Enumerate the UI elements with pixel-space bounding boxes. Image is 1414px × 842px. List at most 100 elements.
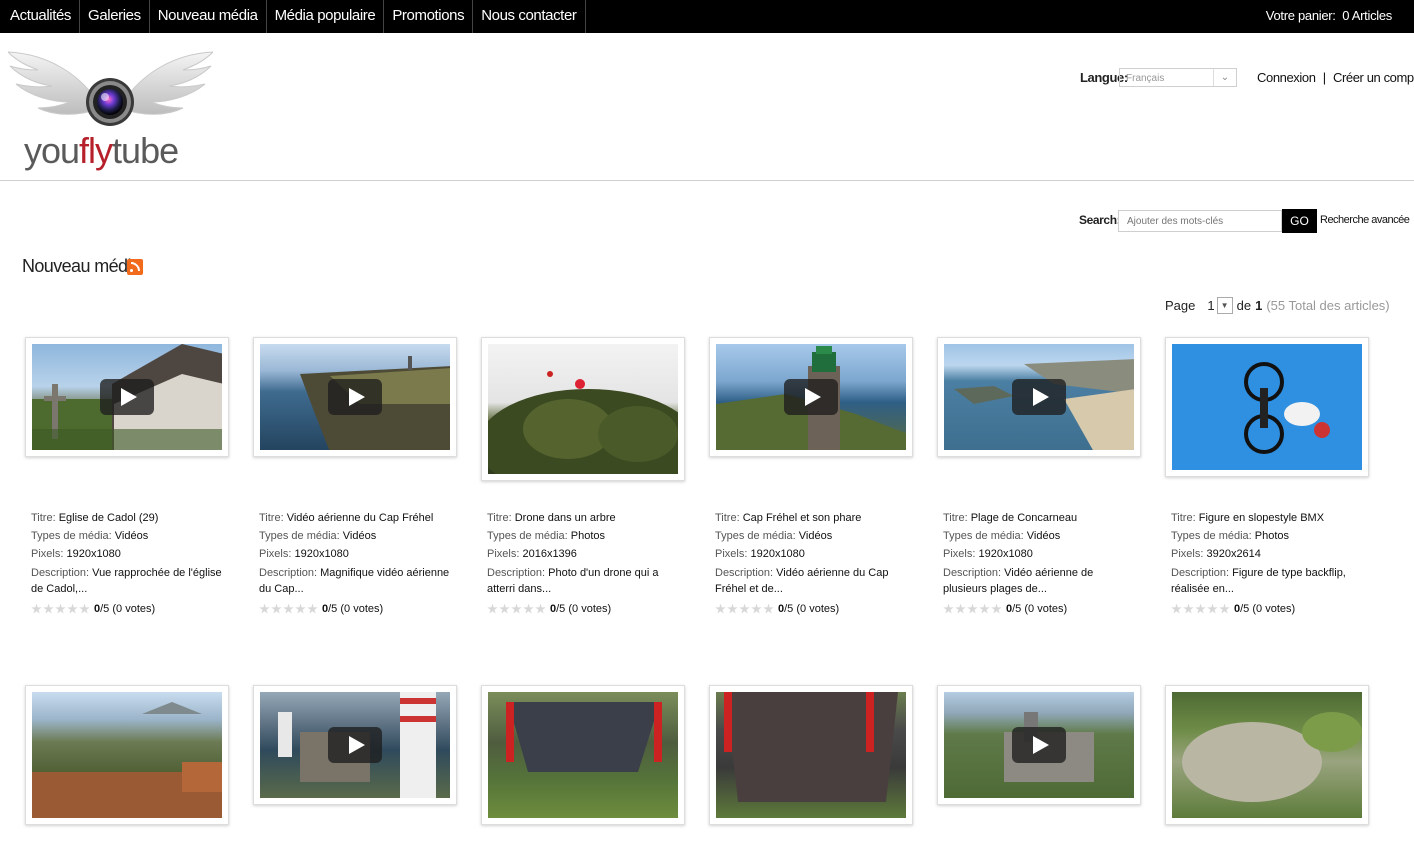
page-select[interactable]: 1 ▼	[1199, 296, 1233, 314]
media-thumbnail[interactable]	[1165, 337, 1369, 477]
media-pixels: 1920x1080	[66, 548, 121, 560]
pixels-label: Pixels:	[1171, 548, 1204, 560]
media-type: Photos	[1254, 530, 1290, 542]
media-pixels: 1920x1080	[978, 548, 1033, 560]
media-thumbnail[interactable]	[937, 337, 1141, 457]
rating-stars[interactable]	[715, 603, 774, 615]
play-icon[interactable]	[100, 379, 154, 415]
media-thumbnail[interactable]	[1165, 685, 1369, 825]
description-label: Description:	[943, 567, 1002, 579]
media-thumbnail[interactable]	[25, 685, 229, 825]
title-label: Titre:	[943, 512, 968, 524]
star-icon	[1195, 603, 1206, 614]
star-icon	[1207, 603, 1218, 614]
media-thumbnail[interactable]	[25, 337, 229, 457]
media-info: Titre: Cap Fréhel et son phare Types de …	[715, 509, 911, 597]
rating-stars[interactable]	[943, 603, 1002, 615]
pixels-label: Pixels:	[715, 548, 748, 560]
media-thumbnail[interactable]	[253, 337, 457, 457]
nav-item-nous-contacter[interactable]: Nous contacter	[473, 0, 586, 33]
play-icon[interactable]	[1012, 727, 1066, 763]
media-thumbnail[interactable]	[937, 685, 1141, 805]
media-thumbnail[interactable]	[481, 337, 685, 481]
current-page: 1	[1207, 297, 1215, 313]
logo-text-fly: fly	[79, 130, 113, 171]
bmx-thumbnail-image	[1244, 362, 1330, 454]
tree-thumbnail-image	[488, 371, 678, 474]
site-logo[interactable]: youflytube	[6, 44, 215, 174]
type-label: Types de média:	[1171, 530, 1252, 542]
star-icon	[1171, 603, 1182, 614]
cart-link[interactable]: 0 Articles	[1342, 8, 1392, 23]
nav-item-actualites[interactable]: Actualités	[0, 0, 81, 33]
register-link[interactable]: Créer un compte	[1333, 70, 1414, 85]
nav-item-galeries[interactable]: Galeries	[80, 0, 150, 33]
bike-race-start-thumbnail-image	[506, 702, 662, 772]
play-icon[interactable]	[328, 727, 382, 763]
media-thumbnail[interactable]	[709, 685, 913, 825]
media-pixels: 1920x1080	[294, 548, 349, 560]
rating: 0/5 (0 votes)	[259, 603, 383, 615]
media-pixels: 3920x2614	[1206, 548, 1261, 560]
play-icon[interactable]	[1012, 379, 1066, 415]
rss-feed-icon[interactable]	[127, 259, 143, 275]
nav-item-media-populaire[interactable]: Média populaire	[267, 0, 385, 33]
play-icon[interactable]	[328, 379, 382, 415]
winged-camera-logo-icon	[6, 51, 215, 126]
media-type: Vidéos	[342, 530, 377, 542]
language-select[interactable]: Français ⌄	[1119, 68, 1237, 87]
media-title: Cap Fréhel et son phare	[742, 512, 862, 524]
nav-item-promotions[interactable]: Promotions	[384, 0, 474, 33]
top-navigation-bar: Actualités Galeries Nouveau média Média …	[0, 0, 1414, 33]
media-thumbnail[interactable]	[481, 685, 685, 825]
star-icon	[523, 603, 534, 614]
rating-stars[interactable]	[487, 603, 546, 615]
star-icon	[739, 603, 750, 614]
rating-votes: (0 votes)	[112, 603, 156, 615]
type-label: Types de média:	[31, 530, 112, 542]
star-icon	[79, 603, 90, 614]
media-thumbnail[interactable]	[253, 685, 457, 805]
search-input[interactable]	[1118, 210, 1282, 232]
cyclists-crowd-thumbnail-image	[724, 692, 898, 802]
rating-stars[interactable]	[31, 603, 90, 615]
search-go-button[interactable]: GO	[1282, 209, 1317, 233]
title-label: Titre:	[31, 512, 56, 524]
pixels-label: Pixels:	[487, 548, 520, 560]
media-info: Titre: Eglise de Cadol (29) Types de méd…	[31, 509, 227, 597]
pagination: Page 1 ▼ de 1 (55 Total des articles)	[1165, 296, 1390, 314]
media-type: Photos	[570, 530, 606, 542]
logo-text-tube: tube	[112, 130, 179, 171]
rating-votes: (0 votes)	[568, 603, 612, 615]
description-label: Description:	[487, 567, 546, 579]
media-title: Vidéo aérienne du Cap Fréhel	[286, 512, 434, 524]
advanced-search-link[interactable]: Recherche avancée	[1320, 214, 1410, 226]
header-divider	[0, 180, 1414, 181]
media-pixels: 2016x1396	[522, 548, 577, 560]
rating-max: /5	[1240, 603, 1250, 615]
star-icon	[283, 603, 294, 614]
rating: 0/5 (0 votes)	[487, 603, 611, 615]
login-link[interactable]: Connexion	[1257, 70, 1316, 85]
play-icon[interactable]	[784, 379, 838, 415]
rating-stars[interactable]	[259, 603, 318, 615]
nav-item-nouveau-media[interactable]: Nouveau média	[150, 0, 267, 33]
star-icon	[499, 603, 510, 614]
cart-label: Votre panier:	[1265, 8, 1336, 23]
type-label: Types de média:	[715, 530, 796, 542]
media-info: Titre: Figure en slopestyle BMX Types de…	[1171, 509, 1367, 597]
rating-stars[interactable]	[1171, 603, 1230, 615]
page-of-label: de	[1236, 297, 1252, 313]
aerial-village-thumbnail-image	[1182, 712, 1362, 802]
rating: 0/5 (0 votes)	[715, 603, 839, 615]
media-info: Titre: Drone dans un arbre Types de médi…	[487, 509, 683, 597]
type-label: Types de média:	[259, 530, 340, 542]
rating-votes: (0 votes)	[340, 603, 384, 615]
media-thumbnail[interactable]	[709, 337, 913, 457]
rating-max: /5	[556, 603, 566, 615]
page-label: Page	[1165, 297, 1196, 313]
rating: 0/5 (0 votes)	[31, 603, 155, 615]
title-label: Titre:	[1171, 512, 1196, 524]
title-label: Titre:	[715, 512, 740, 524]
description-label: Description:	[715, 567, 774, 579]
